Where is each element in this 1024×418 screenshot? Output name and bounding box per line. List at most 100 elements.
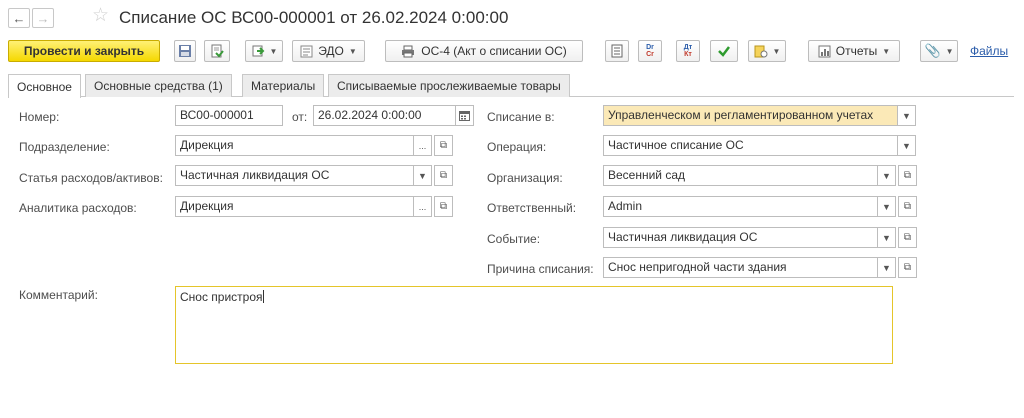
chevron-down-icon: ▼ [269, 46, 278, 56]
check-button[interactable] [710, 40, 738, 62]
chevron-down-icon: ▼ [902, 140, 911, 151]
responsible-label: Ответственный: [487, 201, 577, 215]
dt-kt-button[interactable]: Дт Кт [676, 40, 700, 62]
open-window-icon: ⧉ [903, 262, 912, 273]
organization-label: Организация: [487, 171, 563, 185]
dr-cr-icon: Dr Cr [646, 44, 654, 58]
chevron-down-icon: ▼ [882, 170, 891, 181]
organization-open-button[interactable]: ⧉ [898, 165, 917, 186]
writeoff-in-field[interactable]: Управленческом и регламентированном учет… [603, 105, 898, 126]
arrow-left-icon: ← [12, 10, 26, 26]
chevron-down-icon: ▼ [902, 110, 911, 121]
print-os4-button[interactable]: ОС-4 (Акт о списании ОС) [385, 40, 583, 62]
tab-traceable-goods[interactable]: Списываемые прослеживаемые товары [328, 74, 570, 97]
attachments-button[interactable]: 📎 ▼ [920, 40, 958, 62]
post-and-close-button[interactable]: Провести и закрыть [8, 40, 160, 62]
floppy-icon [179, 45, 191, 57]
chevron-down-icon: ▼ [882, 262, 891, 273]
calendar-button[interactable] [455, 105, 474, 126]
reason-label: Причина списания: [487, 262, 594, 276]
open-window-icon: ⧉ [903, 170, 912, 181]
printer-icon [402, 45, 415, 57]
expense-analytics-field[interactable]: Дирекция [175, 196, 414, 217]
reports-icon [818, 45, 831, 57]
number-field[interactable]: ВС00-000001 [175, 105, 283, 126]
post-button[interactable] [204, 40, 230, 62]
favorite-star-icon[interactable]: ☆ [92, 6, 109, 25]
chevron-down-icon: ▼ [348, 46, 357, 56]
expense-analytics-label: Аналитика расходов: [19, 201, 137, 215]
event-dropdown-button[interactable]: ▼ [877, 227, 896, 248]
document-list-icon [611, 44, 623, 58]
event-open-button[interactable]: ⧉ [898, 227, 917, 248]
date-field[interactable]: 26.02.2024 0:00:00 [313, 105, 456, 126]
dr-cr-button[interactable]: Dr Cr [638, 40, 662, 62]
tab-materials[interactable]: Материалы [242, 74, 325, 97]
chevron-down-icon: ▼ [882, 232, 891, 243]
operation-field[interactable]: Частичное списание ОС [603, 135, 898, 156]
comment-textarea[interactable]: Снос пристроя [175, 286, 893, 364]
operation-dropdown-button[interactable]: ▼ [897, 135, 916, 156]
checkmark-icon [718, 46, 730, 57]
reports-button[interactable]: Отчеты ▼ [808, 40, 900, 62]
related-docs-icon [754, 45, 768, 58]
open-window-icon: ⧉ [439, 170, 448, 181]
comment-label: Комментарий: [19, 288, 98, 302]
reason-dropdown-button[interactable]: ▼ [877, 257, 896, 278]
number-label: Номер: [19, 110, 60, 124]
expense-item-open-button[interactable]: ⧉ [434, 165, 453, 186]
forward-button[interactable]: → [32, 8, 54, 28]
files-link[interactable]: Файлы [970, 44, 1008, 58]
paperclip-icon: 📎 [924, 43, 941, 58]
open-window-icon: ⧉ [439, 201, 448, 212]
expense-analytics-select-button[interactable]: ... [413, 196, 432, 217]
expense-item-label: Статья расходов/активов: [19, 171, 163, 185]
chevron-down-icon: ▼ [882, 201, 891, 212]
chevron-down-icon: ▼ [418, 170, 427, 181]
create-based-on-button[interactable]: ▼ [245, 40, 283, 62]
event-label: Событие: [487, 232, 541, 246]
tab-main[interactable]: Основное [8, 74, 81, 98]
expense-item-dropdown-button[interactable]: ▼ [413, 165, 432, 186]
create-based-on-icon [252, 45, 264, 57]
page-title: Списание ОС ВС00-000001 от 26.02.2024 0:… [119, 8, 509, 27]
responsible-dropdown-button[interactable]: ▼ [877, 196, 896, 217]
ellipsis-icon: ... [418, 140, 427, 151]
tab-fixed-assets[interactable]: Основные средства (1) [85, 74, 232, 97]
responsible-field[interactable]: Admin [603, 196, 878, 217]
organization-dropdown-button[interactable]: ▼ [877, 165, 896, 186]
edo-icon [300, 45, 313, 57]
event-field[interactable]: Частичная ликвидация ОС [603, 227, 878, 248]
department-field[interactable]: Дирекция [175, 135, 414, 156]
responsible-open-button[interactable]: ⧉ [898, 196, 917, 217]
save-button[interactable] [174, 40, 196, 62]
department-select-button[interactable]: ... [413, 135, 432, 156]
open-window-icon: ⧉ [439, 140, 448, 151]
reason-field[interactable]: Снос непригодной части здания [603, 257, 878, 278]
expense-item-field[interactable]: Частичная ликвидация ОС [175, 165, 414, 186]
structure-button[interactable] [605, 40, 629, 62]
chevron-down-icon: ▼ [772, 46, 781, 56]
back-button[interactable]: ← [8, 8, 30, 28]
open-window-icon: ⧉ [903, 201, 912, 212]
writeoff-in-dropdown-button[interactable]: ▼ [897, 105, 916, 126]
edo-button[interactable]: ЭДО ▼ [292, 40, 365, 62]
related-documents-button[interactable]: ▼ [748, 40, 786, 62]
date-label: от: [292, 110, 308, 124]
expense-analytics-open-button[interactable]: ⧉ [434, 196, 453, 217]
department-label: Подразделение: [19, 140, 110, 154]
ellipsis-icon: ... [418, 201, 427, 212]
calendar-icon [459, 111, 470, 121]
organization-field[interactable]: Весенний сад [603, 165, 878, 186]
operation-label: Операция: [487, 140, 547, 154]
reason-open-button[interactable]: ⧉ [898, 257, 917, 278]
text-cursor [262, 290, 264, 303]
writeoff-in-label: Списание в: [487, 110, 555, 124]
open-window-icon: ⧉ [903, 232, 912, 243]
department-open-button[interactable]: ⧉ [434, 135, 453, 156]
chevron-down-icon: ▼ [945, 46, 954, 56]
post-document-icon [211, 44, 224, 58]
chevron-down-icon: ▼ [882, 46, 891, 56]
dt-kt-icon: Дт Кт [683, 44, 693, 58]
arrow-right-icon: → [36, 10, 50, 26]
